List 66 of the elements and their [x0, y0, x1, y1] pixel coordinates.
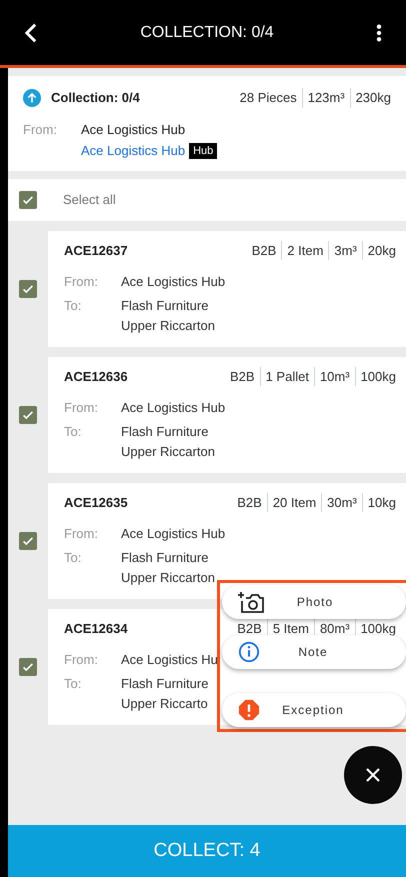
location-link[interactable]: Ace Logistics Hub [81, 141, 186, 160]
stat-text: B2B [236, 620, 263, 638]
field-label: From: [64, 525, 98, 542]
stat-text: 20 Item [266, 492, 322, 512]
action-button[interactable]: Note [222, 635, 406, 669]
stat-text: B2B [236, 494, 263, 512]
collection-title: Collection: 0/4 [51, 89, 140, 107]
field-label: From: [64, 273, 98, 290]
field-label: To: [64, 423, 82, 441]
to-name: Flash Furniture [121, 675, 208, 692]
action-button[interactable]: Exception [222, 693, 406, 727]
camera-add-icon [238, 590, 264, 614]
close-icon [365, 767, 381, 783]
alert-octagon-icon [238, 699, 260, 721]
consignment-card[interactable]: ACE12637 B2B 2 Item 3m³ 20kg From: Ace Logistics Hub To: Flash Furniture Upper Riccarton [48, 230, 406, 346]
consignment-card[interactable]: ACE12636 B2B 1 Pallet 10m³ 100kg From: Ace Logistics Hub To: Flash Furniture Upper Riccarton [48, 356, 406, 472]
screen-title: COLLECTION: 0/4 [140, 22, 274, 42]
checkbox[interactable] [19, 532, 37, 550]
checkbox[interactable] [19, 658, 37, 676]
checkbox[interactable] [19, 190, 37, 208]
select-all-row[interactable]: Select all [8, 178, 406, 220]
to-name: Flash Furniture [121, 423, 208, 440]
hub-badge: Hub [189, 142, 218, 159]
from-name: Ace Logistics Hub [121, 525, 226, 542]
action-button[interactable]: Photo [222, 585, 406, 619]
field-label: To: [64, 675, 82, 693]
info-icon [238, 641, 260, 663]
back-icon[interactable] [24, 22, 38, 42]
from-name: Ace Logistics Hu [121, 651, 218, 668]
to-name: Flash Furniture [121, 297, 208, 314]
from-name: Ace Logistics Hub [81, 120, 186, 139]
consignment-id: ACE12636 [64, 368, 128, 386]
select-all-label: Select all [63, 190, 116, 209]
to-area: Upper Riccarto [121, 695, 208, 712]
stat-text: B2B [250, 242, 278, 260]
more-icon[interactable] [376, 24, 382, 42]
from-name: Ace Logistics Hub [121, 399, 226, 416]
to-area: Upper Riccarton [121, 443, 215, 460]
consignment-card[interactable]: ACE12635 B2B 20 Item 30m³ 10kg From: Ace Logistics Hub To: Flash Furniture Upper Riccarton [48, 482, 406, 598]
stat-text: 100kg [354, 366, 396, 386]
field-label: To: [64, 549, 82, 567]
stat-text: 1 Pallet [260, 366, 314, 386]
stat-text: 10kg [362, 492, 396, 512]
to-area: Upper Riccarton [121, 569, 215, 586]
arrow-up-circle-icon [23, 88, 41, 107]
stat-text: 30m³ [321, 492, 362, 512]
stat-text: B2B [229, 368, 256, 386]
checkbox[interactable] [19, 280, 37, 298]
stat-text: 20kg [362, 240, 396, 260]
consignment-id: ACE12637 [64, 242, 128, 260]
field-label: From: [64, 399, 98, 416]
stat-text: 2 Item [281, 240, 328, 260]
field-label: To: [64, 297, 82, 315]
field-label: From: [23, 120, 57, 138]
to-area: Upper Riccarton [121, 317, 215, 334]
checkbox[interactable] [19, 406, 37, 424]
stat-text: 3m³ [328, 240, 362, 260]
stat-text: 123m³ [302, 88, 350, 108]
stat-text: 10m³ [314, 366, 355, 386]
to-name: Flash Furniture [121, 549, 208, 566]
field-label: From: [64, 651, 98, 668]
consignment-id: ACE12635 [64, 494, 128, 512]
stat-text: 28 Pieces [238, 89, 298, 107]
consignment-id: ACE12634 [64, 620, 128, 638]
stat-text: 230kg [350, 88, 391, 108]
from-name: Ace Logistics Hub [121, 273, 226, 290]
